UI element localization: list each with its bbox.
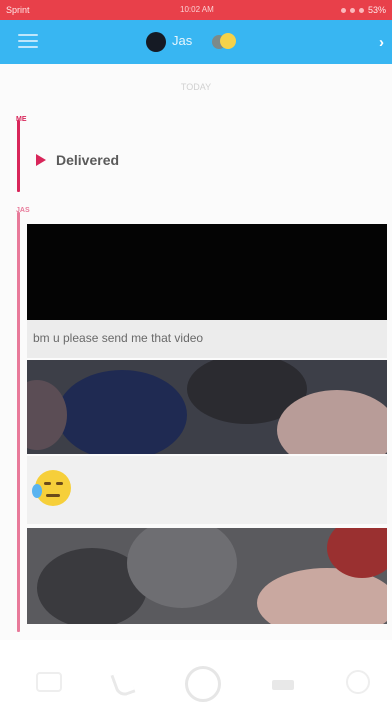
conversation-list[interactable]: TODAY ME Delivered JAS bm u please send …	[0, 64, 392, 640]
menu-icon[interactable]	[18, 34, 38, 50]
clock: 10:02 AM	[180, 5, 214, 14]
sender-label-them: JAS	[16, 207, 30, 214]
signal-icon	[358, 7, 364, 13]
date-label: TODAY	[180, 82, 212, 92]
phone-icon[interactable]	[110, 669, 136, 699]
wifi-icon	[349, 7, 355, 13]
chat-message-text[interactable]: bm u please send me that video	[27, 320, 387, 358]
status-bar: Sprint 10:02 AM 53%	[0, 0, 392, 20]
video-message[interactable]	[27, 224, 387, 320]
carrier-label: Sprint	[6, 5, 30, 15]
sad-face-emoji-icon	[32, 470, 71, 506]
capture-button[interactable]	[185, 666, 221, 702]
media-message[interactable]	[27, 528, 387, 624]
emoji-icon[interactable]	[346, 670, 370, 694]
battery-percent: 53%	[367, 5, 386, 15]
chevron-right-icon[interactable]: ›	[379, 34, 384, 51]
send-arrow-icon	[36, 154, 46, 166]
bluetooth-icon	[340, 7, 346, 13]
media-message[interactable]	[27, 360, 387, 454]
sender-label-me: ME	[16, 116, 27, 123]
camera-roll-icon[interactable]	[36, 672, 62, 692]
chat-header: Jas ›	[0, 20, 392, 64]
video-call-icon[interactable]	[272, 680, 294, 690]
message-text: bm u please send me that video	[33, 331, 204, 345]
friend-emoji-icon	[212, 31, 236, 53]
snapchat-chat-screen: Sprint 10:02 AM 53% Jas › TODAY ME Deliv…	[0, 0, 392, 716]
emoji-message[interactable]	[27, 456, 387, 524]
chat-input-bar	[0, 640, 392, 716]
contact-name[interactable]: Jas	[172, 33, 192, 48]
status-icons: 53%	[340, 5, 386, 15]
delivered-status: Delivered	[36, 152, 119, 168]
sender-bar-me	[17, 120, 20, 192]
delivered-label: Delivered	[56, 152, 120, 168]
avatar[interactable]	[146, 32, 166, 52]
sender-bar-them	[17, 212, 20, 632]
